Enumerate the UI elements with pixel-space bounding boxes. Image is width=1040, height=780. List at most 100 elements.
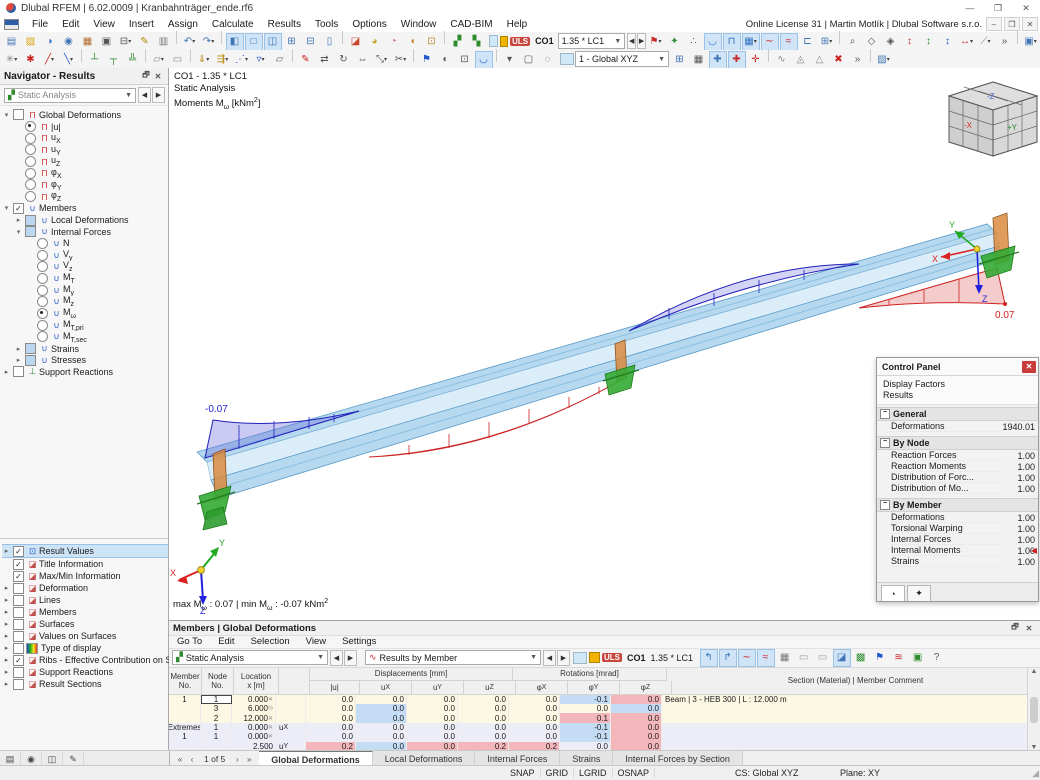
tree-item-stresses[interactable]: ▸ ∪ Stresses bbox=[2, 354, 168, 366]
table-view-detail-icon[interactable]: ▭ bbox=[814, 649, 832, 667]
table-view-all-icon[interactable]: ▦ bbox=[776, 649, 794, 667]
table-menu-settings[interactable]: Settings bbox=[334, 636, 384, 647]
tree-checkbox[interactable]: ✓ bbox=[13, 202, 24, 214]
display-option-support-reactions[interactable]: ▸ ◪ Support Reactions bbox=[2, 666, 168, 678]
view-reverse-icon[interactable]: ↔ ▾ bbox=[958, 33, 976, 51]
collapse-icon[interactable]: ▾ bbox=[14, 228, 23, 236]
tree-radio[interactable] bbox=[37, 296, 48, 308]
next-table-button[interactable]: › bbox=[231, 754, 243, 764]
more-tools2-icon[interactable]: » bbox=[849, 51, 867, 69]
tree-item-internal-forces[interactable]: ▾ ∪ Internal Forces bbox=[2, 226, 168, 238]
collapse-box-icon[interactable]: − bbox=[880, 500, 890, 510]
navigator-pin-icon[interactable]: 🗗 bbox=[140, 69, 152, 83]
table-next-icon[interactable]: ↱ bbox=[718, 648, 737, 667]
navigator-tab-display-icon[interactable]: ◉ bbox=[21, 752, 42, 766]
result-pin-icon[interactable]: ✦ bbox=[666, 33, 684, 51]
results-vectors-icon[interactable]: ◖ bbox=[404, 33, 422, 51]
column-header-location[interactable]: Location x [m] bbox=[234, 667, 279, 695]
move-object-icon[interactable]: ⇄ bbox=[316, 51, 334, 69]
view-in-x-icon[interactable]: ↕ bbox=[901, 33, 919, 51]
menu-item-file[interactable]: File bbox=[25, 19, 55, 30]
expand-icon[interactable]: ▸ bbox=[14, 345, 23, 353]
tree-checkbox[interactable] bbox=[25, 354, 36, 366]
menu-item-window[interactable]: Window bbox=[394, 19, 444, 30]
tree-item--u-[interactable]: Π |u| bbox=[2, 121, 168, 133]
table-pin-icon[interactable]: 🗗 bbox=[1008, 621, 1022, 635]
display-option-surfaces[interactable]: ▸ ◪ Surfaces bbox=[2, 618, 168, 630]
edit-note-icon[interactable]: ✎ bbox=[136, 33, 154, 51]
new-member-load-icon[interactable]: ⇶ ▾ bbox=[214, 51, 232, 69]
show-internal-forces-icon[interactable]: ⊓ bbox=[722, 32, 741, 51]
coordinate-system-select[interactable]: 1 - Global XYZ ▼ bbox=[575, 51, 669, 67]
online-services-icon[interactable]: ◉ bbox=[60, 33, 78, 51]
expand-icon[interactable]: ▸ bbox=[2, 632, 11, 640]
load-combination-select[interactable]: 1.35 * LC1 ▼ bbox=[557, 33, 626, 49]
show-result-table-icon[interactable]: ▦ ▾ bbox=[741, 32, 760, 51]
mdi-restore-button[interactable]: ❒ bbox=[1004, 17, 1020, 31]
factor-value[interactable]: 1.00 bbox=[1001, 451, 1038, 461]
window-single-icon[interactable]: ◧ bbox=[225, 32, 244, 51]
tree-checkbox[interactable] bbox=[13, 366, 24, 378]
option-checkbox[interactable] bbox=[13, 618, 24, 630]
tree-item-my[interactable]: ∪ My bbox=[2, 284, 168, 296]
table-view-compact-icon[interactable]: ▭ bbox=[795, 649, 813, 667]
printout-report-icon[interactable]: ▥ bbox=[155, 33, 173, 51]
expand-icon[interactable]: ▸ bbox=[2, 368, 11, 376]
display-option-values-on-surfaces[interactable]: ▸ ◪ Values on Surfaces bbox=[2, 630, 168, 642]
factor-value[interactable]: 1.00 bbox=[1001, 513, 1038, 523]
table-close-icon[interactable]: ✕ bbox=[1022, 624, 1036, 633]
more-tools-icon[interactable]: » bbox=[996, 33, 1014, 51]
units-settings-icon[interactable]: ▣ bbox=[909, 649, 927, 667]
results-mode-select[interactable]: ∿ Results by Member ▼ bbox=[365, 650, 541, 666]
trim-object-icon[interactable]: ✂ ▾ bbox=[392, 51, 410, 69]
previous-view-icon[interactable]: ◈ bbox=[882, 33, 900, 51]
option-checkbox[interactable]: ✓ bbox=[13, 570, 24, 582]
column-header-uX[interactable]: uX bbox=[360, 680, 412, 695]
table-row[interactable]: Extremes 1 0.000 ✕ u X 0.0 0.0 0.0 0.0 0.0 -0.1 0.0 bbox=[169, 722, 1040, 733]
mirror-object-icon[interactable]: ⇔ bbox=[354, 51, 372, 69]
status-toggle-osnap[interactable]: OSNAP bbox=[613, 768, 656, 778]
expand-icon[interactable]: ▸ bbox=[2, 668, 11, 676]
column-header-u[interactable]: |u| bbox=[310, 680, 360, 695]
generate-mesh-icon[interactable]: ▞ bbox=[449, 33, 467, 51]
results-isobands-icon[interactable]: ◕ bbox=[366, 33, 384, 51]
window-new-icon[interactable]: ⊞ bbox=[283, 33, 301, 51]
display-option-deformation[interactable]: ▸ ◪ Deformation bbox=[2, 582, 168, 594]
menu-item-tools[interactable]: Tools bbox=[308, 19, 345, 30]
table-help-icon[interactable]: ? bbox=[928, 649, 946, 667]
view-in-y-icon[interactable]: ↕ bbox=[920, 33, 938, 51]
window-manager-icon[interactable]: ▯ bbox=[321, 33, 339, 51]
analysis-type-select[interactable]: ▞ Static Analysis ▼ bbox=[4, 87, 136, 103]
window-split-icon[interactable]: ◫ bbox=[263, 32, 282, 51]
status-toggle-grid[interactable]: GRID bbox=[541, 768, 575, 778]
save-icon[interactable]: ▣ bbox=[98, 33, 116, 51]
new-line-load-icon[interactable]: ⋰ ▾ bbox=[233, 51, 251, 69]
open-model-icon[interactable]: ▨ bbox=[22, 33, 40, 51]
tree-item-mt[interactable]: ∪ MT bbox=[2, 273, 168, 284]
option-checkbox[interactable] bbox=[13, 606, 24, 618]
option-checkbox[interactable]: ✓ bbox=[13, 654, 24, 666]
menu-item-view[interactable]: View bbox=[86, 19, 122, 30]
collapse-box-icon[interactable]: − bbox=[880, 409, 890, 419]
user-visibility-icon[interactable]: ⊡ bbox=[456, 51, 474, 69]
collapse-icon[interactable]: ▾ bbox=[2, 204, 11, 212]
results-next-button[interactable]: ▶ bbox=[557, 649, 570, 666]
expand-icon[interactable]: ▸ bbox=[2, 584, 11, 592]
tree-radio[interactable] bbox=[25, 132, 36, 144]
results-filter-icon[interactable]: ⚑ ▾ bbox=[647, 33, 665, 51]
edit-guidelines-icon[interactable]: ✛ bbox=[747, 51, 765, 69]
tree-radio[interactable] bbox=[25, 167, 36, 179]
column-header-section[interactable]: Section (Material) | Member Comment bbox=[672, 667, 1040, 695]
tree-radio[interactable] bbox=[37, 331, 48, 343]
tree-item-local-deformations[interactable]: ▸ ∪ Local Deformations bbox=[2, 214, 168, 226]
menu-item-assign[interactable]: Assign bbox=[161, 19, 205, 30]
tree-item-mt-sec[interactable]: ∪ MT,sec bbox=[2, 331, 168, 343]
mdi-close-button[interactable]: ✕ bbox=[1022, 17, 1038, 31]
tree-item-n[interactable]: ∪ N bbox=[2, 237, 168, 250]
control-panel-close-icon[interactable]: ✕ bbox=[1022, 360, 1036, 373]
clipping-plane-icon[interactable]: ⊞ ▾ bbox=[818, 33, 836, 51]
tree-item-φx[interactable]: ΠφX bbox=[2, 167, 168, 179]
dimension-icon[interactable]: ∿ bbox=[773, 51, 791, 69]
display-option-result-sections[interactable]: ▸ ◪ Result Sections bbox=[2, 678, 168, 690]
new-node-icon[interactable]: ✱ bbox=[22, 51, 40, 69]
